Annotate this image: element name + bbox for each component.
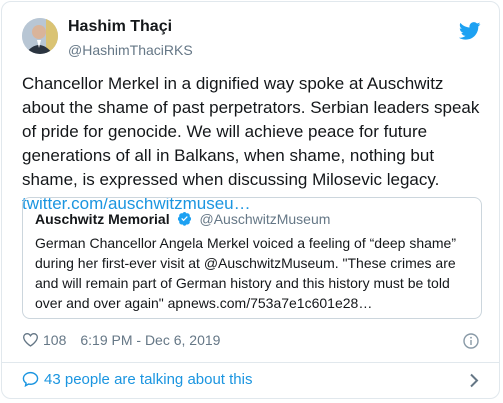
avatar[interactable] <box>22 18 58 54</box>
tweet-text: Chancellor Merkel in a dignified way spo… <box>22 72 484 216</box>
heart-icon[interactable] <box>22 332 39 347</box>
quoted-tweet-header: Auschwitz Memorial @AuschwitzMuseum <box>35 210 330 228</box>
chevron-right-icon[interactable] <box>469 373 479 388</box>
divider <box>2 362 499 363</box>
conversation-link[interactable]: 43 people are talking about this <box>22 371 252 391</box>
quoted-tweet-text: German Chancellor Angela Merkel voiced a… <box>35 235 457 311</box>
author-name[interactable]: Hashim Thaçi <box>68 18 172 36</box>
author-handle[interactable]: @HashimThaciRKS <box>68 42 193 58</box>
like-count[interactable]: 108 <box>43 332 66 348</box>
speech-bubble-icon <box>22 371 39 387</box>
quoted-author-name[interactable]: Auschwitz Memorial <box>35 211 170 227</box>
info-icon[interactable] <box>463 333 479 349</box>
tweet-meta: 108 6:19 PM - Dec 6, 2019 <box>22 332 220 350</box>
twitter-bird-icon[interactable] <box>459 22 481 40</box>
talking-count: 43 people are talking about this <box>44 371 253 388</box>
verified-icon <box>177 212 192 226</box>
quoted-author-handle[interactable]: @AuschwitzMuseum <box>200 211 331 227</box>
timestamp[interactable]: 6:19 PM - Dec 6, 2019 <box>80 332 220 348</box>
tweet-body: Chancellor Merkel in a dignified way spo… <box>22 74 480 189</box>
tweet-card: Hashim Thaçi @HashimThaciRKS Chancellor … <box>1 1 500 399</box>
quoted-tweet[interactable]: Auschwitz Memorial @AuschwitzMuseum Germ… <box>22 197 482 319</box>
